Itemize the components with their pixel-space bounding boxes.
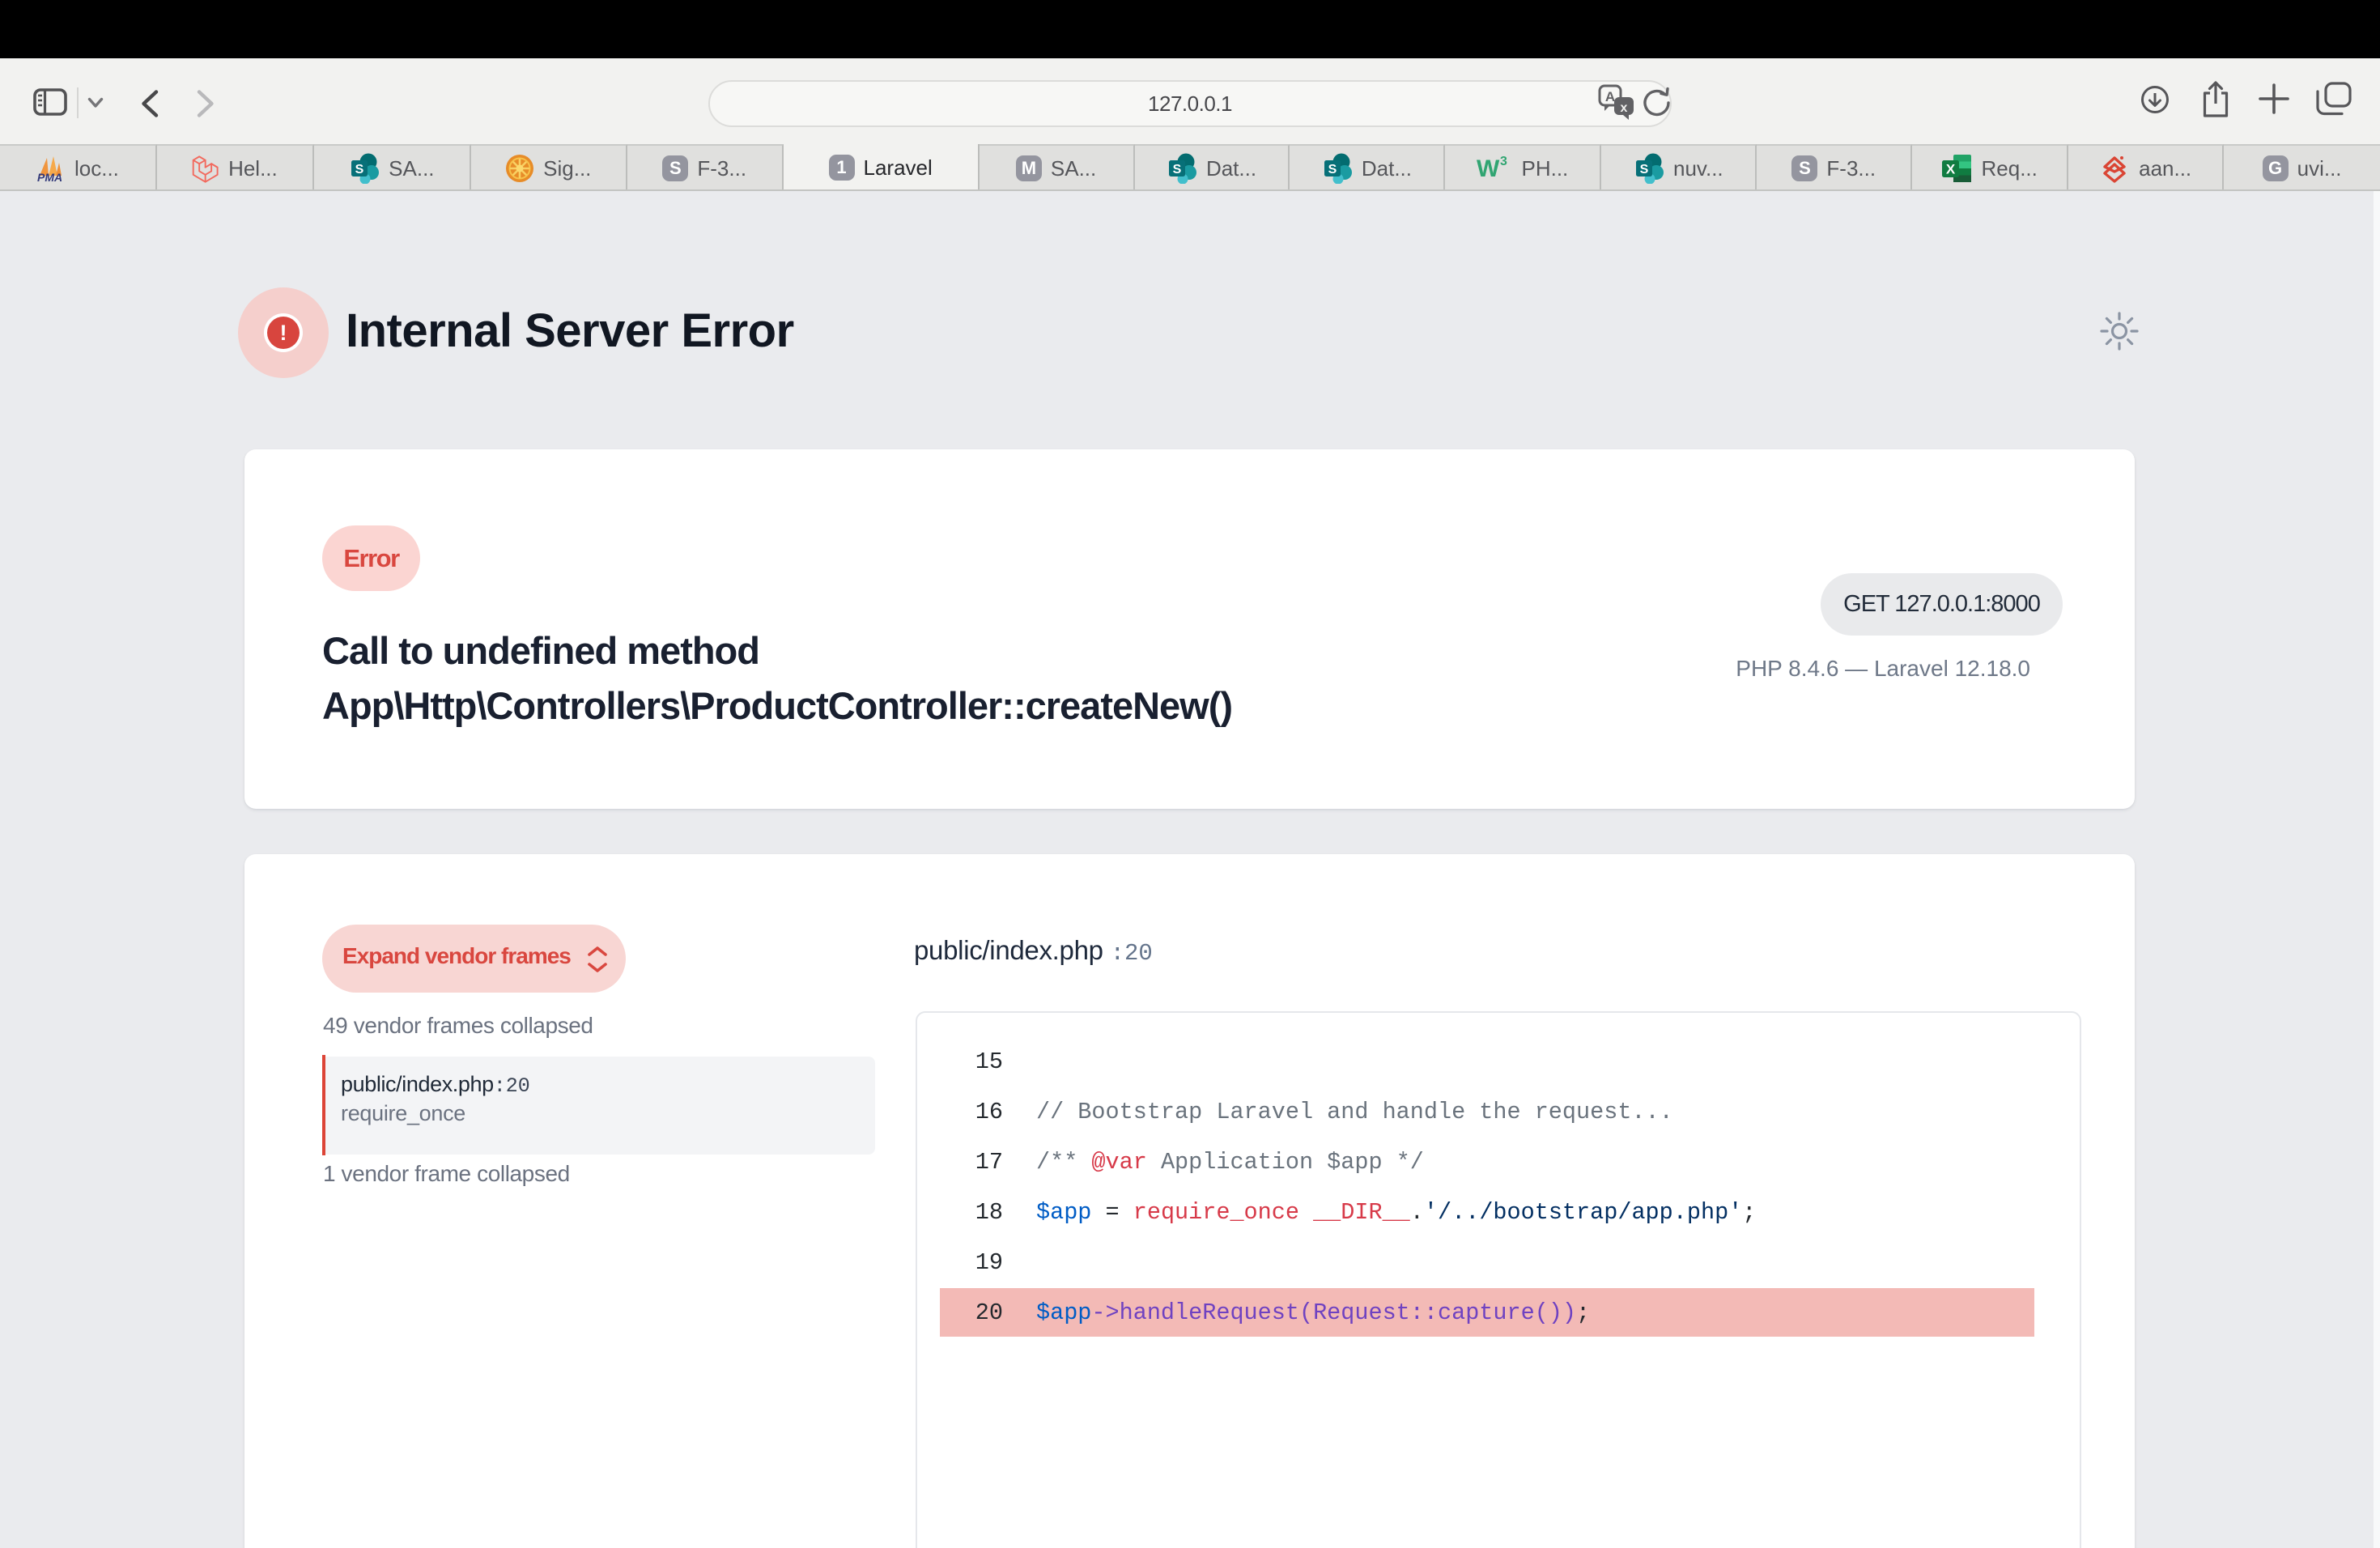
svg-text:PMA: PMA [37,171,62,182]
svg-text:S: S [1640,163,1649,176]
svg-text:X: X [1945,162,1955,177]
svg-text:S: S [1328,163,1337,176]
svg-text:S: S [1173,163,1182,176]
svg-text:W: W [1477,155,1500,182]
svg-text:x: x [1621,101,1628,115]
svg-text:A: A [1605,89,1615,104]
svg-text:3: 3 [1500,155,1507,168]
svg-text:S: S [355,163,364,176]
